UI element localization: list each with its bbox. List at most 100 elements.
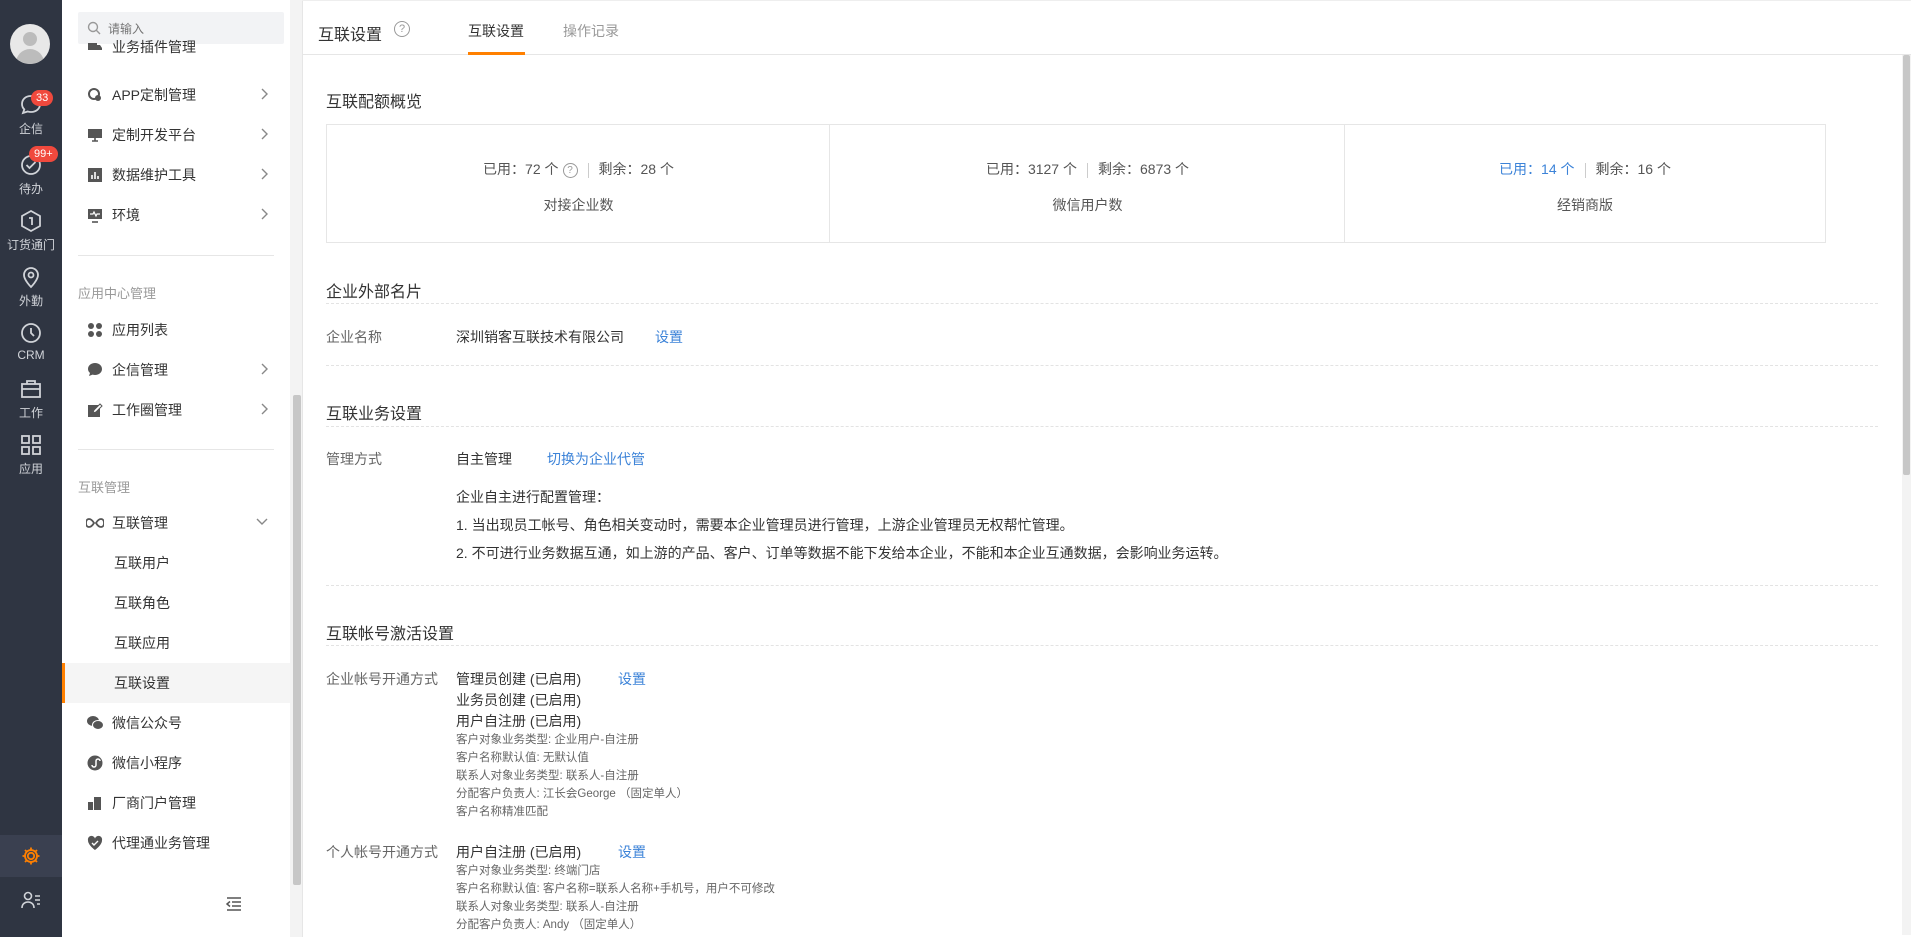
chevron-right-icon [261, 403, 268, 415]
page-header: 互联设置 ? 互联设置 操作记录 [302, 0, 1911, 55]
nav-item-label: 微信小程序 [112, 755, 182, 771]
nav-item-app-custom[interactable]: APP定制管理 [62, 75, 290, 115]
group-title-interconnect: 互联管理 [78, 480, 131, 495]
chevron-right-icon [261, 168, 268, 180]
nav-item-app-list[interactable]: 应用列表 [62, 310, 290, 350]
rail-label: 企信 [18, 122, 43, 136]
company-name-value: 深圳销客互联技术有限公司 [456, 329, 624, 345]
nav-item-label: 微信公众号 [112, 715, 182, 731]
nav-item-label: 厂商门户管理 [112, 795, 196, 811]
rail-label: 工作 [18, 406, 43, 420]
nav-item-wechat-mini[interactable]: 微信小程序 [62, 743, 290, 783]
nav-item-label: 工作圈管理 [112, 402, 182, 418]
gear-icon [22, 847, 40, 865]
enterprise-detail: 客户名称精准匹配 [456, 806, 548, 818]
profile-button[interactable] [0, 879, 62, 921]
side-nav: 业务插件管理 APP定制管理 定制开发平台 数据维护工具 环境 应用中心管理 应… [62, 0, 303, 937]
tab-interconnect-settings[interactable]: 互联设置 [468, 21, 524, 41]
nav-item-plugins[interactable]: 业务插件管理 [62, 36, 290, 58]
nav-item-label: 企信管理 [112, 362, 168, 378]
wechat-icon [86, 714, 104, 732]
enterprise-method-1: 管理员创建 (已启用) [456, 671, 582, 687]
main-scrollbar[interactable] [1902, 55, 1911, 935]
app-gear-icon [86, 86, 104, 104]
nav-item-label: 数据维护工具 [112, 167, 196, 183]
personal-detail: 分配客户负责人: Andy （固定单人） [456, 919, 642, 931]
quota-caption: 经销商版 [1557, 197, 1613, 213]
edit-icon [86, 401, 104, 419]
clock-icon [21, 323, 41, 343]
nav-item-wechat-official[interactable]: 微信公众号 [62, 703, 290, 743]
box-icon [21, 209, 41, 233]
rail-item-apps[interactable]: 应用 [0, 432, 62, 484]
nav-sub-interconnect-settings[interactable]: 互联设置 [62, 663, 290, 703]
tab-operation-log[interactable]: 操作记录 [563, 21, 619, 41]
todo-badge: 99+ [29, 146, 58, 162]
enterprise-detail: 客户对象业务类型: 企业用户-自注册 [456, 734, 639, 746]
chevron-right-icon [261, 128, 268, 140]
app-rail: 企信 33 待办 99+ 订货通门 外勤 CRM 工作 应用 [0, 0, 62, 937]
quota-caption: 对接企业数 [543, 197, 614, 213]
nav-scrollbar-thumb[interactable] [293, 395, 301, 885]
nav-item-interconnect[interactable]: 互联管理 [62, 503, 290, 543]
rail-item-order[interactable]: 订货通门 [0, 208, 62, 260]
divider [587, 162, 589, 178]
quota-used-link[interactable]: 已用：14 个 [1499, 161, 1574, 177]
nav-sub-interconnect-apps[interactable]: 互联应用 [62, 623, 290, 663]
personal-detail: 联系人对象业务类型: 联系人-自注册 [456, 901, 639, 913]
nav-sub-interconnect-users[interactable]: 互联用户 [62, 543, 290, 583]
settings-button[interactable] [0, 835, 62, 877]
rail-item-field[interactable]: 外勤 [0, 264, 62, 316]
nav-item-agent-business[interactable]: 代理通业务管理 [62, 823, 290, 863]
nav-sub-interconnect-roles[interactable]: 互联角色 [62, 583, 290, 623]
personal-settings-link[interactable]: 设置 [618, 842, 646, 862]
nav-divider [78, 449, 274, 450]
truck-icon [86, 38, 104, 56]
help-icon[interactable]: ? [562, 162, 578, 178]
rail-item-crm[interactable]: CRM [0, 320, 62, 372]
section-divider [326, 303, 1878, 304]
nav-item-work-circle[interactable]: 工作圈管理 [62, 390, 290, 430]
search-icon [87, 21, 101, 35]
briefcase-icon [21, 380, 41, 398]
section-title-activation: 互联帐号激活设置 [326, 626, 455, 643]
nav-item-label: 环境 [112, 207, 140, 223]
rail-item-qixin[interactable]: 企信 33 [0, 90, 62, 144]
nav-item-data-tools[interactable]: 数据维护工具 [62, 155, 290, 195]
nav-item-qixin-admin[interactable]: 企信管理 [62, 350, 290, 390]
collapse-menu-icon[interactable] [226, 897, 242, 911]
rail-item-todo[interactable]: 待办 99+ [0, 146, 62, 204]
section-divider [326, 585, 1878, 586]
personal-account-label: 个人帐号开通方式 [326, 844, 438, 860]
chevron-down-icon [256, 518, 268, 525]
group-title-app-center: 应用中心管理 [78, 286, 157, 301]
enterprise-detail: 分配客户负责人: 江长会George （固定单人） [456, 788, 688, 800]
management-mode-label: 管理方式 [326, 451, 382, 467]
quota-left: 剩余：16 个 [1595, 161, 1671, 177]
mode-description-2: 2. 不可进行业务数据互通，如上游的产品、客户、订单等数据不能下发给本企业，不能… [456, 545, 1228, 561]
nav-sub-label: 互联用户 [114, 555, 170, 571]
rail-label: 外勤 [18, 294, 43, 308]
unread-badge: 33 [31, 90, 54, 106]
mode-description-1: 1. 当出现员工帐号、角色相关变动时，需要本企业管理员进行管理，上游企业管理员无… [456, 517, 1074, 533]
grid-icon [21, 435, 41, 455]
switch-to-delegated-link[interactable]: 切换为企业代管 [547, 449, 645, 469]
active-tab-indicator [468, 52, 525, 55]
section-title-card: 企业外部名片 [326, 284, 423, 301]
section-title-business: 互联业务设置 [326, 406, 423, 423]
card-settings-link[interactable]: 设置 [655, 327, 683, 347]
user-avatar[interactable] [10, 24, 50, 64]
main-scrollbar-thumb[interactable] [1903, 55, 1910, 475]
quota-caption: 微信用户数 [1052, 197, 1123, 213]
help-icon[interactable]: ? [394, 21, 410, 37]
enterprise-detail: 联系人对象业务类型: 联系人-自注册 [456, 770, 639, 782]
enterprise-settings-link[interactable]: 设置 [618, 669, 646, 689]
nav-item-environment[interactable]: 环境 [62, 195, 290, 235]
section-divider [326, 426, 1878, 427]
enterprise-account-label: 企业帐号开通方式 [326, 671, 438, 687]
rail-item-work[interactable]: 工作 [0, 376, 62, 428]
nav-item-dev-platform[interactable]: 定制开发平台 [62, 115, 290, 155]
quota-used: 已用：72 个 [483, 161, 559, 177]
rail-label: 订货通门 [6, 238, 55, 252]
nav-item-vendor-portal[interactable]: 厂商门户管理 [62, 783, 290, 823]
